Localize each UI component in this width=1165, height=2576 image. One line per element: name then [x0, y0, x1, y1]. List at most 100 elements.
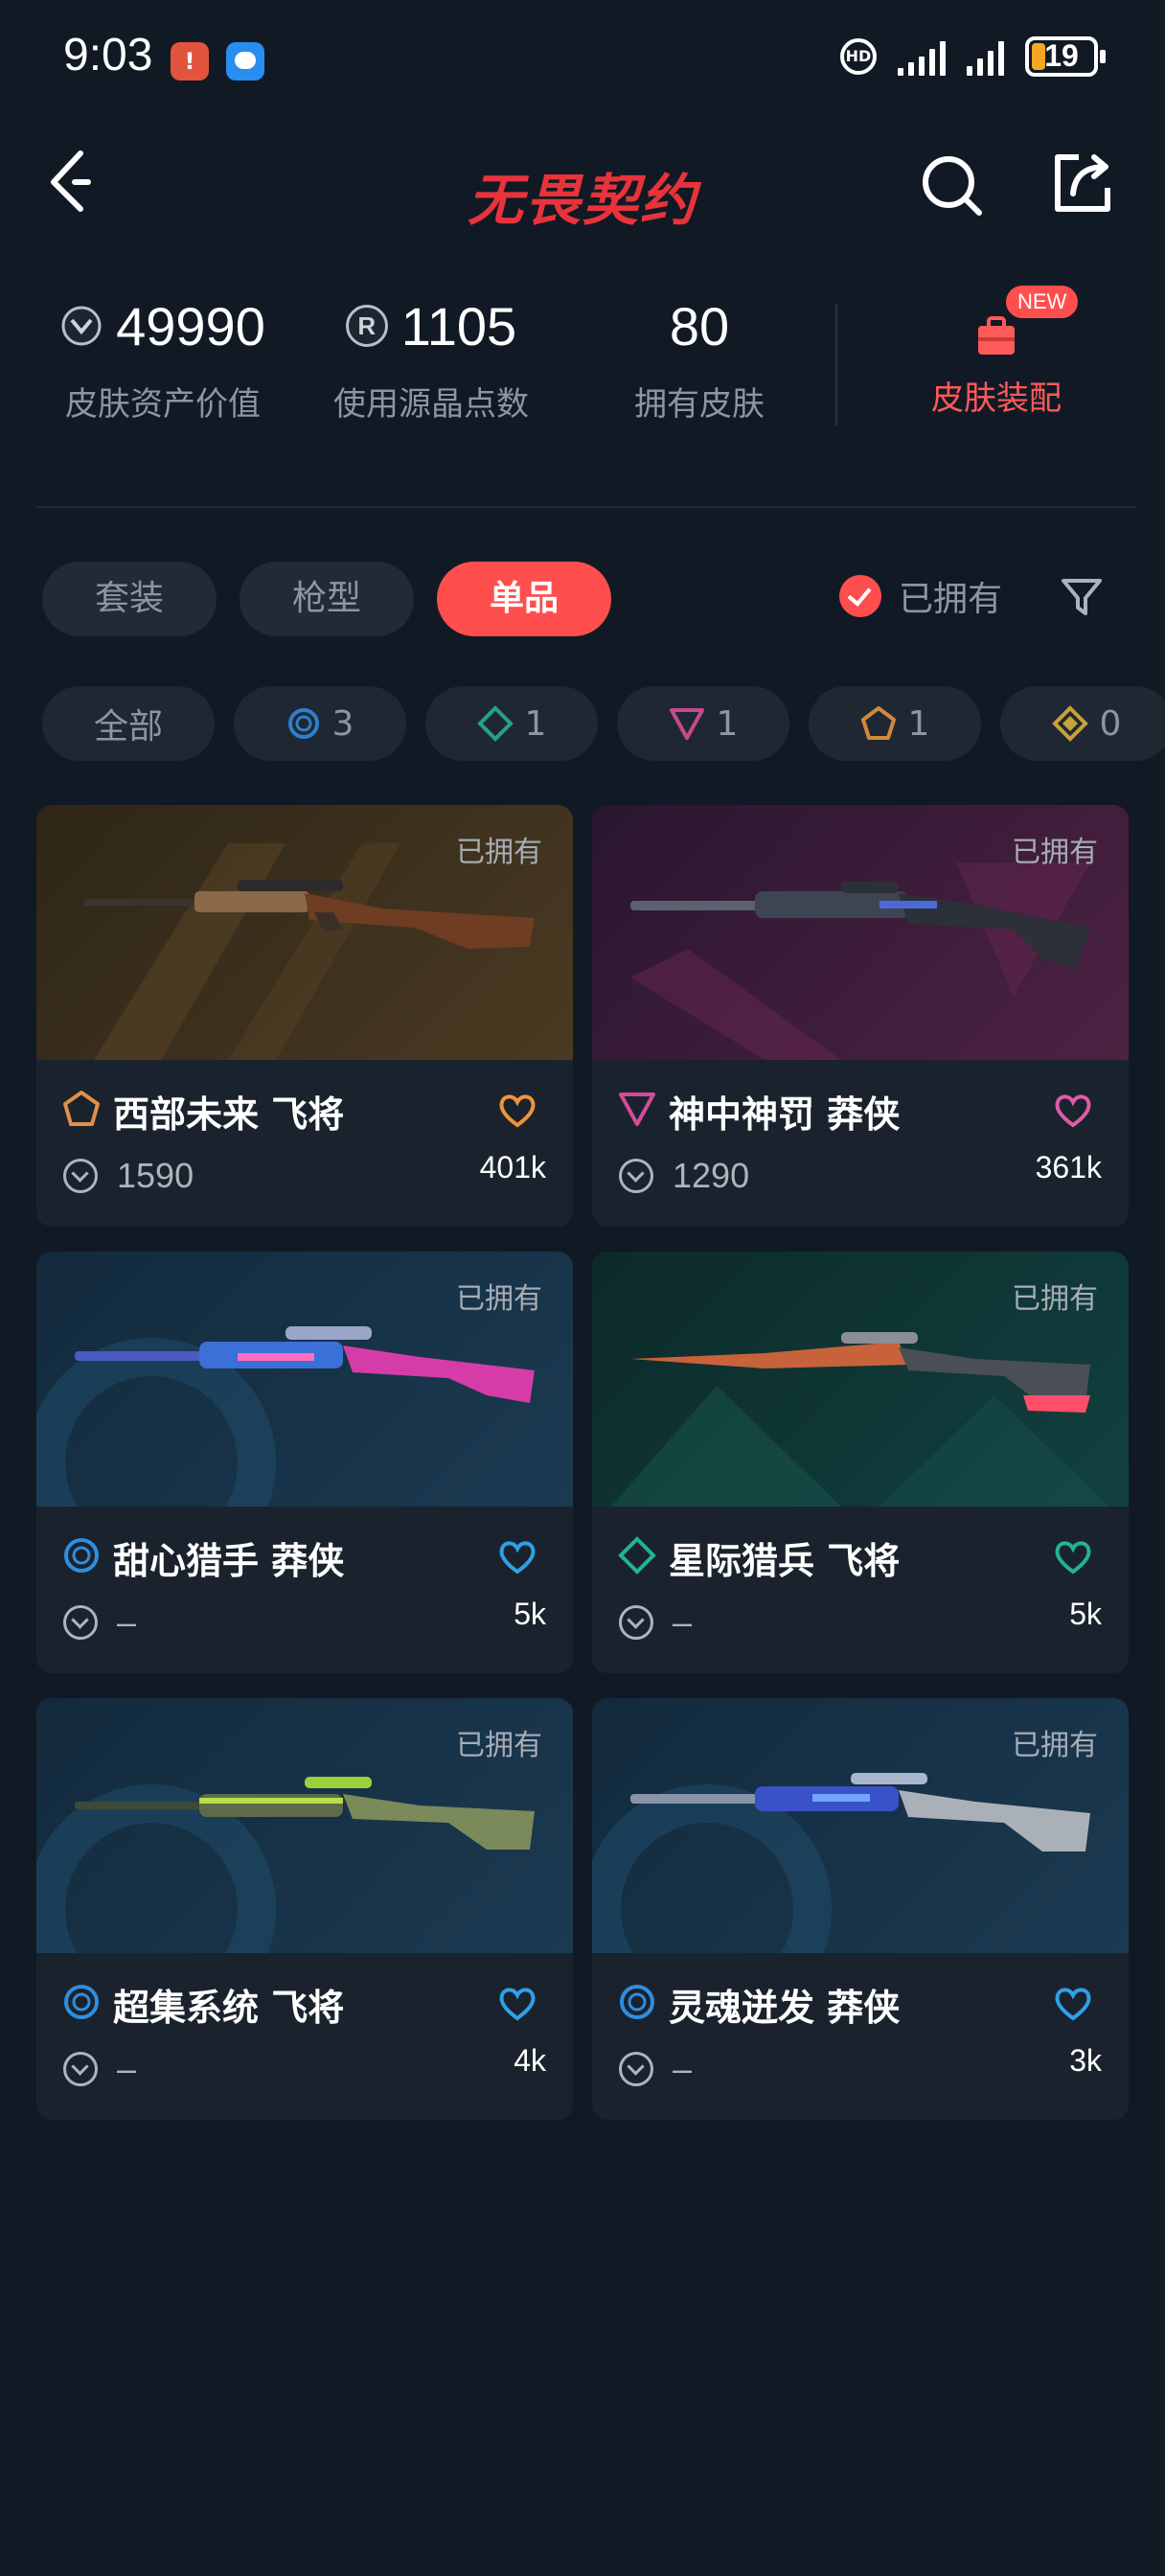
like-count: 401k: [479, 1150, 546, 1184]
price-row: –: [619, 1602, 692, 1643]
like-count: 5k: [1069, 1597, 1102, 1631]
tab-weapon-type[interactable]: 枪型: [240, 562, 414, 636]
heart-icon[interactable]: [496, 1091, 538, 1129]
skin-card[interactable]: 已拥有 西部未来 飞将 1590 401k: [36, 805, 573, 1227]
status-icons: HD 19: [840, 36, 1106, 77]
bag-icon: [978, 316, 1015, 355]
select-tier-icon: [287, 708, 319, 739]
vp-icon: [63, 1605, 98, 1640]
tab-bundle[interactable]: 套装: [42, 562, 217, 636]
vp-icon: [63, 1159, 98, 1193]
skin-name: 超集系统 飞将: [113, 1987, 345, 2029]
price-row: 1590: [63, 1156, 194, 1196]
chip-count: 0: [1099, 703, 1122, 744]
skin-image: 已拥有: [36, 1252, 573, 1506]
owned-filter-toggle[interactable]: 已拥有: [839, 571, 1002, 621]
vp-coin-icon: [61, 306, 102, 346]
rarity-filter-chips: 全部 3 1 1 1 0: [42, 686, 1165, 763]
chip-ultra-tier[interactable]: 0: [1000, 686, 1165, 761]
owned-tag: 已拥有: [456, 1729, 542, 1762]
skin-card[interactable]: 已拥有 甜心猎手 莽侠 – 5k: [36, 1252, 573, 1673]
skin-card[interactable]: 已拥有 神中神罚 莽侠 1290 361k: [592, 805, 1129, 1227]
heart-icon[interactable]: [496, 1537, 538, 1576]
skin-name: 星际猎兵 飞将: [669, 1540, 901, 1582]
skin-card[interactable]: 已拥有 灵魂迸发 莽侠 – 3k: [592, 1698, 1129, 2120]
skin-card[interactable]: 已拥有 超集系统 飞将 – 4k: [36, 1698, 573, 2120]
skin-card[interactable]: 已拥有 星际猎兵 飞将 – 5k: [592, 1252, 1129, 1673]
skin-price: 1590: [117, 1156, 194, 1195]
notification-app-icon: !: [171, 42, 209, 80]
radianite-label: 使用源晶点数: [333, 385, 529, 424]
skin-name: 神中神罚 莽侠: [669, 1093, 901, 1136]
deluxe-tier-icon: [618, 1536, 656, 1575]
hd-voice-icon: HD: [840, 38, 877, 75]
heart-icon[interactable]: [496, 1984, 538, 2022]
like-count: 5k: [514, 1597, 546, 1631]
status-time: 9:03: [63, 30, 153, 80]
vp-icon: [619, 2052, 653, 2086]
chip-deluxe-tier[interactable]: 1: [425, 686, 598, 761]
exclusive-tier-icon: [860, 706, 896, 740]
tab-single-item[interactable]: 单品: [437, 562, 611, 636]
like-count: 3k: [1069, 2043, 1102, 2078]
owned-tag: 已拥有: [1012, 1282, 1098, 1316]
chip-premium-tier[interactable]: 1: [617, 686, 789, 761]
filter-icon[interactable]: [1060, 575, 1104, 619]
price-row: –: [63, 1602, 136, 1643]
premium-tier-icon: [619, 1092, 655, 1126]
vp-icon: [619, 1605, 653, 1640]
skin-image: 已拥有: [36, 1698, 573, 1953]
skin-name: 甜心猎手 莽侠: [113, 1540, 345, 1582]
select-tier-icon: [620, 1985, 654, 2019]
skin-price: –: [117, 1602, 137, 1642]
radianite-value: 1105: [400, 295, 517, 356]
heart-icon[interactable]: [1052, 1984, 1094, 2022]
stat-asset-value: 49990 皮肤资产价值: [57, 288, 268, 425]
message-app-icon: [226, 42, 264, 80]
search-icon[interactable]: [918, 151, 985, 218]
skin-price: –: [117, 2049, 137, 2088]
owned-tag: 已拥有: [456, 836, 542, 869]
stat-radianite: R 1105 使用源晶点数: [326, 288, 537, 425]
owned-tag: 已拥有: [456, 1282, 542, 1316]
chip-count: 1: [524, 703, 547, 744]
skin-image: 已拥有: [36, 805, 573, 1060]
heart-icon[interactable]: [1052, 1091, 1094, 1129]
vp-icon: [619, 1159, 653, 1193]
share-icon[interactable]: [1050, 151, 1113, 215]
skin-equip-button[interactable]: NEW 皮肤装配: [901, 286, 1092, 419]
stat-owned-skins: 80 拥有皮肤: [604, 288, 795, 425]
owned-tag: 已拥有: [1012, 1729, 1098, 1762]
skin-equip-label: 皮肤装配: [931, 380, 1062, 418]
skin-price: –: [673, 2049, 693, 2088]
price-row: –: [63, 2049, 136, 2089]
price-row: –: [619, 2049, 692, 2089]
like-count: 361k: [1035, 1150, 1102, 1184]
vp-icon: [63, 2052, 98, 2086]
check-icon: [839, 575, 881, 617]
skin-name: 西部未来 飞将: [113, 1093, 345, 1136]
battery-icon: 19: [1025, 36, 1106, 77]
chip-select-tier[interactable]: 3: [234, 686, 406, 761]
app-header: 无畏契约: [0, 134, 1165, 233]
asset-value: 49990: [116, 295, 265, 356]
new-badge: NEW: [1006, 286, 1079, 318]
heart-icon[interactable]: [1052, 1537, 1094, 1576]
price-row: 1290: [619, 1156, 749, 1196]
skin-image: 已拥有: [592, 805, 1129, 1060]
radianite-icon: R: [345, 305, 388, 347]
deluxe-tier-icon: [476, 705, 514, 742]
chip-exclusive-tier[interactable]: 1: [809, 686, 981, 761]
stats-panel: 49990 皮肤资产价值 R 1105 使用源晶点数 80 拥有皮肤 NEW 皮…: [0, 286, 1165, 460]
stats-divider: [835, 305, 837, 426]
status-bar: 9:03 ! HD 19: [0, 0, 1165, 115]
skin-name: 灵魂迸发 莽侠: [669, 1987, 901, 2029]
chip-all[interactable]: 全部: [42, 686, 215, 761]
exclusive-tier-icon: [63, 1091, 100, 1126]
select-tier-icon: [64, 1985, 99, 2019]
chip-count: 1: [716, 703, 739, 744]
like-count: 4k: [514, 2043, 546, 2078]
select-tier-icon: [64, 1538, 99, 1573]
page-title: 无畏契约: [467, 168, 697, 233]
owned-tag: 已拥有: [1012, 836, 1098, 869]
